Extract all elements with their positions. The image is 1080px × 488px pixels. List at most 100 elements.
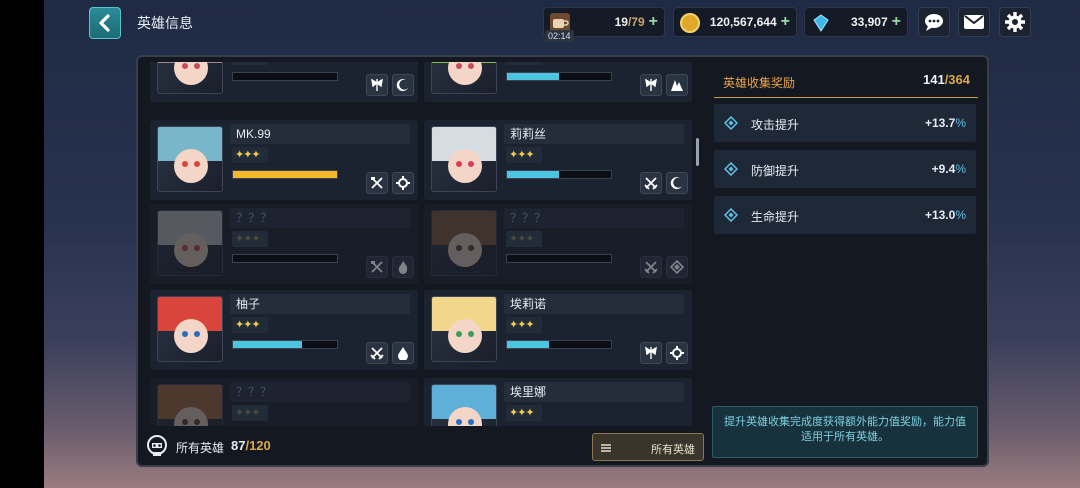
chevron-left-icon [99,14,110,32]
hero-count-strip: 所有英雄 87/120 所有英雄 [140,428,706,464]
wing-icon[interactable] [366,74,388,96]
stat-number: +13.7 [924,116,956,130]
stat-label: 攻击提升 [751,118,800,132]
crossed-swords-icon[interactable] [640,256,662,278]
reward-count: 141/364 [923,72,970,87]
hero-name: ？？？ [230,208,410,228]
hero-card[interactable]: 莉莉丝 ✦✦✦ [424,120,692,200]
add-stamina-icon[interactable]: + [649,13,658,31]
mail-button[interactable] [958,7,990,37]
mail-icon [964,15,984,29]
gear-icon[interactable] [392,172,414,194]
hero-progress-bar [506,170,612,179]
stat-label: 生命提升 [751,210,800,224]
stat-number: +13.0 [924,208,956,222]
hero-card[interactable]: ✦✦✦ [150,62,418,102]
hero-star-rating: ✦✦✦ [506,231,542,247]
hero-card[interactable]: ✦✦✦ [424,62,692,102]
hero-card[interactable]: ？？？ ✦✦✦ [150,204,418,284]
hero-star-rating: ✦✦✦ [506,62,542,65]
diamond-bullet-icon [724,116,738,130]
back-button[interactable] [89,7,121,39]
filter-label: 所有英雄 [651,444,695,456]
crossed-hammers-icon[interactable] [366,256,388,278]
diamond-bullet-icon [724,162,738,176]
hero-card[interactable]: MK.99 ✦✦✦ [150,120,418,200]
add-gem-icon[interactable]: + [892,13,901,31]
hero-name: 柚子 [230,294,410,314]
hero-progress-bar [506,72,612,81]
stat-number: +9.4 [931,162,956,176]
hero-portrait [157,296,223,362]
reward-title: 英雄收集奖励 [723,76,796,90]
hero-portrait [157,126,223,192]
claw-icon[interactable] [666,74,688,96]
hero-progress-bar [232,254,338,263]
drop-icon[interactable] [392,342,414,364]
menu-icon [601,444,611,452]
gem-icon [811,13,831,33]
hero-portrait [157,62,223,94]
moon-icon[interactable] [666,172,688,194]
hero-portrait [431,296,497,362]
stamina-current: 19 [614,15,628,29]
crossed-swords-icon[interactable] [366,342,388,364]
chat-button[interactable] [918,7,950,37]
gem-amount: 33,907 [850,15,888,29]
hero-card[interactable]: ？？？ ✦✦✦ [150,378,418,426]
crossed-swords-icon[interactable] [640,172,662,194]
stamina-max: /79 [627,15,645,29]
hero-portrait [431,210,497,276]
chat-icon [925,14,943,31]
hero-progress-fill [507,171,559,178]
hero-star-rating: ✦✦✦ [232,62,268,65]
list-scrollbar[interactable] [696,138,699,166]
gem-resource[interactable]: 33,907 + [804,7,908,37]
gold-amount: 120,567,644 [709,15,777,29]
stat-unit: % [955,162,966,176]
hero-progress-bar [232,340,338,349]
reward-stat-row: 防御提升 +9.4% [714,150,976,188]
stat-value: +9.4% [932,162,966,176]
wing-icon[interactable] [640,74,662,96]
page-title: 英雄信息 [137,15,193,31]
moon-icon[interactable] [392,74,414,96]
hero-helmet-icon [147,435,167,456]
wing-icon[interactable] [640,342,662,364]
hero-portrait [157,384,223,426]
hero-card[interactable]: 柚子 ✦✦✦ [150,290,418,370]
add-gold-icon[interactable]: + [781,13,790,31]
hero-star-rating: ✦✦✦ [506,405,542,421]
stat-value: +13.0% [925,208,966,222]
reward-current: 141 [922,72,945,87]
hero-card[interactable]: ？？？ ✦✦✦ [424,204,692,284]
hero-progress-fill [233,171,337,178]
stamina-timer: 02:14 [545,30,574,42]
reward-stat-row: 生命提升 +13.0% [714,196,976,234]
reward-header: 英雄收集奖励 141/364 [714,64,978,98]
hero-list[interactable]: ✦✦✦✦✦✦MK.99✦✦✦莉莉丝✦✦✦？？？✦✦✦？？？✦✦✦柚子✦✦✦埃莉诺… [146,62,702,426]
reward-stat-row: 攻击提升 +13.7% [714,104,976,142]
owned-count: 87 [231,438,246,453]
settings-button[interactable] [999,7,1031,37]
diamond-icon[interactable] [666,256,688,278]
hero-star-rating: ✦✦✦ [232,405,268,421]
total-count: /120 [245,438,271,453]
crossed-hammers-icon[interactable] [366,172,388,194]
hero-count: 87/120 [231,438,271,453]
hero-progress-fill [233,341,302,348]
hero-progress-bar [506,254,612,263]
hero-portrait [431,384,497,426]
flame-icon[interactable] [392,256,414,278]
gear-icon[interactable] [666,342,688,364]
gold-coin-icon [680,13,700,33]
filter-button[interactable]: 所有英雄 [592,433,704,461]
hero-card[interactable]: 埃莉诺 ✦✦✦ [424,290,692,370]
hero-name: ？？？ [230,382,410,402]
hero-name: ？？？ [504,208,684,228]
stat-unit: % [955,116,966,130]
hero-card[interactable]: 埃里娜 ✦✦✦ [424,378,692,426]
gold-resource[interactable]: 120,567,644 + [673,7,797,37]
hero-name: 埃莉诺 [504,294,684,314]
reward-info-text: 提升英雄收集完成度获得额外能力值奖励，能力值适用于所有英雄。 [712,406,978,458]
